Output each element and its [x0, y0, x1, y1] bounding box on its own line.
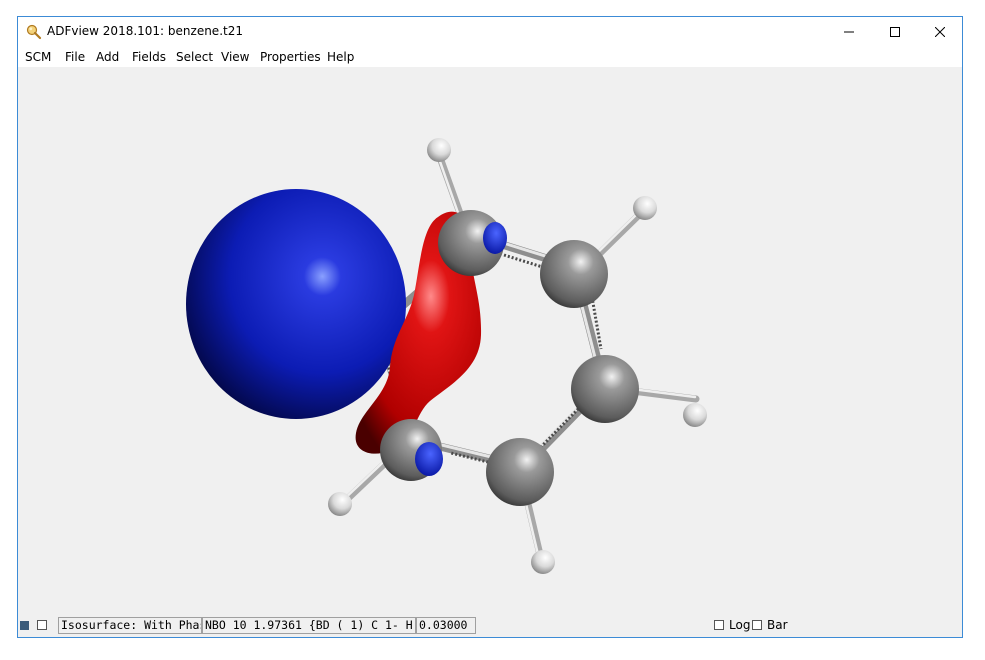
menu-help[interactable]: Help: [327, 50, 354, 64]
nbo-field[interactable]: NBO 10 1.97361 {BD ( 1) C 1- H 7}: [202, 617, 416, 634]
hydrogen-atom: [633, 196, 657, 220]
adfview-app-icon: [26, 24, 42, 40]
close-button[interactable]: [917, 17, 962, 47]
menu-bar: SCM File Add Fields Select View Properti…: [18, 47, 962, 67]
menu-file[interactable]: File: [65, 50, 85, 64]
menu-select[interactable]: Select: [176, 50, 213, 64]
minimize-button[interactable]: [826, 17, 872, 47]
color-swatch[interactable]: [20, 621, 29, 630]
hydrogen-atom: [328, 492, 352, 516]
bar-label: Bar: [767, 618, 788, 632]
carbon-atom: [540, 240, 608, 308]
log-label: Log: [729, 618, 751, 632]
isosurface-field[interactable]: Isosurface: With Phase: [58, 617, 202, 634]
hydrogen-atom: [683, 403, 707, 427]
carbon-atom: [571, 355, 639, 423]
status-bar: Isosurface: With Phase NBO 10 1.97361 {B…: [18, 615, 962, 637]
menu-fields[interactable]: Fields: [132, 50, 166, 64]
log-checkbox[interactable]: [714, 620, 724, 630]
isosurface-checkbox[interactable]: [37, 620, 47, 630]
molecule-render[interactable]: [18, 67, 962, 615]
app-window: ADFview 2018.101: benzene.t21 SCM File A…: [17, 16, 963, 638]
molecule-viewport[interactable]: [18, 67, 962, 615]
maximize-button[interactable]: [872, 17, 918, 47]
hydrogen-atom: [427, 138, 451, 162]
menu-properties[interactable]: Properties: [260, 50, 321, 64]
hydrogen-atom: [531, 550, 555, 574]
window-title: ADFview 2018.101: benzene.t21: [47, 24, 243, 38]
bar-checkbox[interactable]: [752, 620, 762, 630]
carbon-atom: [486, 438, 554, 506]
title-bar: ADFview 2018.101: benzene.t21: [18, 17, 962, 47]
menu-scm[interactable]: SCM: [25, 50, 51, 64]
orbital-lobe-small-positive: [415, 442, 443, 476]
orbital-lobe-small-positive: [483, 222, 507, 254]
minimize-icon: [844, 31, 854, 33]
isovalue-field[interactable]: 0.03000: [416, 617, 476, 634]
orbital-lobe-positive: [186, 189, 406, 419]
close-icon: [935, 27, 945, 37]
menu-view[interactable]: View: [221, 50, 249, 64]
maximize-icon: [890, 27, 900, 37]
menu-add[interactable]: Add: [96, 50, 119, 64]
